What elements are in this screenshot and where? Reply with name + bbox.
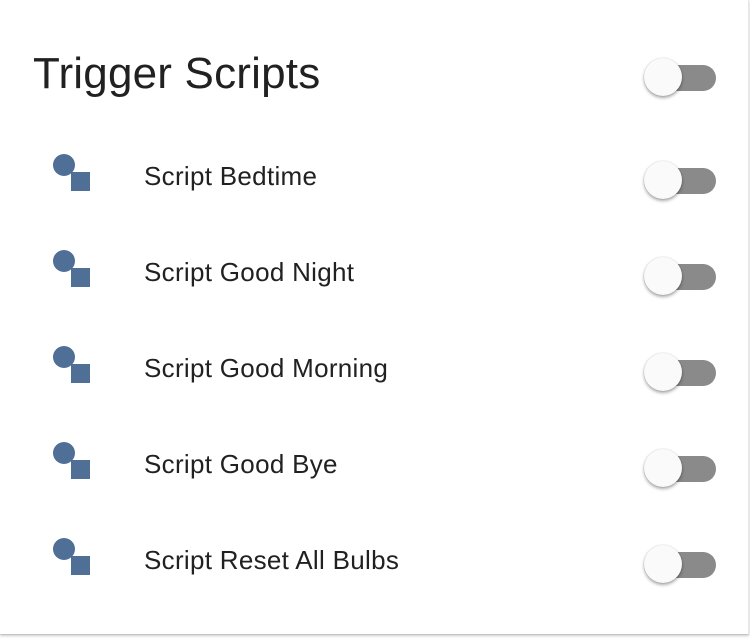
toggle-thumb [644,545,682,583]
list-item-script-good-night[interactable]: Script Good Night [0,225,748,321]
script-good-night-toggle[interactable] [642,251,718,295]
card-title: Trigger Scripts [33,49,321,98]
list-item-script-bedtime[interactable]: Script Bedtime [0,129,748,225]
list-item-label: Script Good Night [144,257,355,287]
script-shapes-icon [52,537,92,577]
list-item-label: Script Reset All Bulbs [144,545,400,575]
list-item-label: Script Bedtime [144,161,318,191]
toggle-thumb [644,353,682,391]
script-shapes-icon [52,345,92,385]
script-good-morning-toggle[interactable] [642,347,718,391]
list-item-script-good-bye[interactable]: Script Good Bye [0,417,748,513]
list-item-label: Script Good Morning [144,353,389,383]
script-bedtime-toggle[interactable] [642,155,718,199]
script-reset-all-bulbs-toggle[interactable] [642,539,718,583]
script-shapes-icon [52,249,92,289]
list-item-script-good-morning[interactable]: Script Good Morning [0,321,748,417]
master-toggle[interactable] [642,52,718,96]
script-shapes-icon [52,153,92,193]
card-header: Trigger Scripts [0,0,748,150]
script-good-bye-toggle[interactable] [642,443,718,487]
list-item-script-reset-all-bulbs[interactable]: Script Reset All Bulbs [0,513,748,609]
toggle-thumb [644,161,682,199]
trigger-scripts-card: Trigger Scripts Script Bedtime Script Go… [0,0,749,634]
toggle-thumb [644,449,682,487]
script-shapes-icon [52,441,92,481]
toggle-thumb [644,58,682,96]
toggle-thumb [644,257,682,295]
list-item-label: Script Good Bye [144,449,338,479]
